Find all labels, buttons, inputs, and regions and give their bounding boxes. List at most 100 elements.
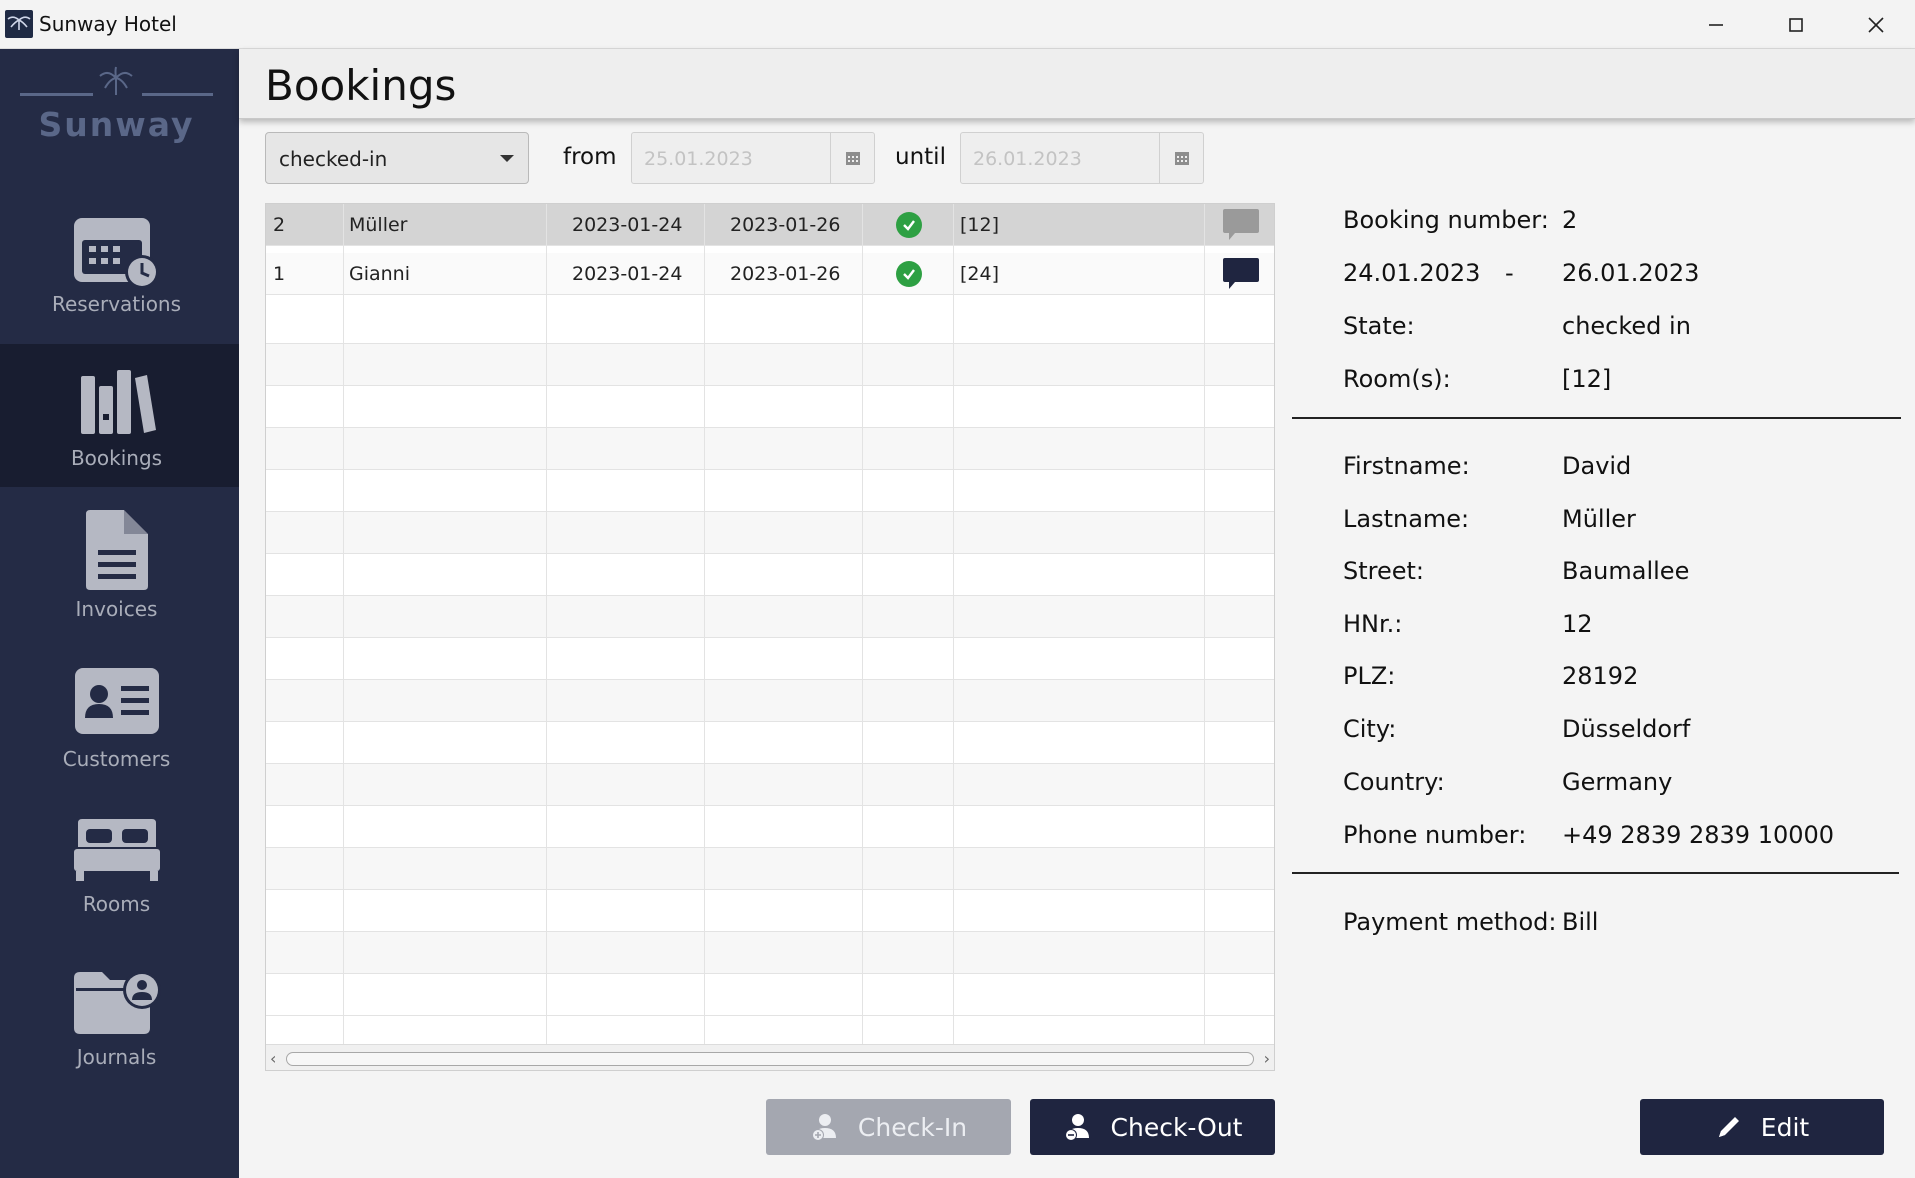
sidebar-item-invoices[interactable]: Invoices [0, 493, 239, 633]
column-divider [862, 204, 863, 1044]
from-date-field[interactable]: 25.01.2023 [631, 132, 875, 184]
sidebar: Sunway Reservations Bookings Invoices Cu… [0, 49, 239, 1178]
empty-table-row [266, 848, 1274, 890]
sidebar-item-label: Reservations [51, 292, 182, 316]
hnr-label: HNr.: [1343, 610, 1403, 638]
firstname-label: Firstname: [1343, 452, 1470, 480]
cell-name: Müller [349, 213, 408, 236]
column-divider [1204, 204, 1205, 1044]
sidebar-item-label: Customers [62, 747, 171, 771]
window-title: Sunway Hotel [39, 12, 177, 36]
city-label: City: [1343, 715, 1397, 743]
date-until-value: 26.01.2023 [1562, 259, 1700, 287]
empty-table-row [266, 596, 1274, 638]
cell-from-date: 2023-01-24 [572, 262, 683, 285]
scroll-right-icon[interactable]: › [1264, 1049, 1270, 1068]
lastname-value: Müller [1562, 505, 1636, 533]
check-in-label: Check-In [857, 1112, 968, 1142]
lastname-label: Lastname: [1343, 505, 1470, 533]
date-dash: - [1505, 259, 1514, 287]
check-in-button[interactable]: Check-In [766, 1099, 1011, 1155]
page-header: Bookings [239, 49, 1915, 119]
state-filter-select[interactable]: checked-in [265, 132, 529, 184]
folder-user-icon [72, 963, 162, 1043]
document-icon [72, 510, 162, 591]
until-date-field[interactable]: 26.01.2023 [960, 132, 1204, 184]
calendar-clock-icon [72, 210, 162, 290]
sidebar-item-label: Bookings [70, 446, 163, 470]
check-out-button[interactable]: Check-Out [1030, 1099, 1275, 1155]
app-logo-icon [5, 10, 33, 38]
cell-until-date: 2023-01-26 [730, 262, 841, 285]
booking-number-label: Booking number: [1343, 206, 1549, 234]
check-icon [896, 260, 922, 287]
empty-table-row [266, 386, 1274, 428]
cell-rooms: [24] [960, 262, 1000, 285]
user-remove-icon [1064, 1114, 1089, 1141]
table-row[interactable]: 1 Gianni 2023-01-24 2023-01-26 [24] [266, 253, 1274, 295]
empty-table-row [266, 764, 1274, 806]
until-label: until [895, 144, 946, 170]
state-value: checked in [1562, 312, 1691, 340]
plz-value: 28192 [1562, 662, 1639, 690]
state-label: State: [1343, 312, 1415, 340]
table-row[interactable]: 2 Müller 2023-01-24 2023-01-26 [12] [266, 204, 1274, 246]
empty-table-row [266, 428, 1274, 470]
sidebar-item-bookings[interactable]: Bookings [0, 344, 239, 487]
bookings-table: 2 Müller 2023-01-24 2023-01-26 [12] 1 Gi… [265, 203, 1275, 1071]
calendar-icon[interactable] [1159, 133, 1203, 183]
cell-rooms: [12] [960, 213, 1000, 236]
rooms-label: Room(s): [1343, 365, 1451, 393]
comment-icon[interactable] [1221, 253, 1261, 294]
brand-line-right [142, 93, 213, 96]
empty-table-row [266, 512, 1274, 554]
sidebar-item-label: Journals [76, 1045, 157, 1069]
sidebar-item-rooms[interactable]: Rooms [0, 792, 239, 932]
until-date-value: 26.01.2023 [973, 148, 1082, 170]
scroll-left-icon[interactable]: ‹ [270, 1049, 276, 1068]
empty-table-row [266, 638, 1274, 680]
empty-table-row [266, 806, 1274, 848]
sidebar-item-journals[interactable]: Journals [0, 945, 239, 1085]
phone-value: +49 2839 2839 10000 [1562, 821, 1835, 849]
state-filter-value: checked-in [279, 147, 388, 171]
close-button[interactable] [1836, 0, 1915, 49]
payment-method-label: Payment method: [1343, 908, 1557, 936]
hnr-value: 12 [1562, 610, 1593, 638]
from-label: from [563, 144, 617, 170]
comment-icon[interactable] [1221, 204, 1261, 245]
minimize-icon [1709, 23, 1723, 26]
booking-number-value: 2 [1562, 206, 1578, 234]
edit-label: Edit [1760, 1112, 1810, 1142]
street-value: Baumallee [1562, 557, 1690, 585]
horizontal-scrollbar[interactable]: ‹ › [266, 1044, 1274, 1070]
empty-table-row [266, 554, 1274, 596]
check-out-label: Check-Out [1110, 1112, 1243, 1142]
sidebar-item-label: Invoices [75, 597, 158, 621]
edit-button[interactable]: Edit [1640, 1099, 1884, 1155]
scrollbar-thumb[interactable] [286, 1052, 1254, 1066]
plz-label: PLZ: [1343, 662, 1396, 690]
street-label: Street: [1343, 557, 1425, 585]
brand-line-left [20, 93, 93, 96]
close-icon [1868, 16, 1884, 33]
maximize-button[interactable] [1756, 0, 1836, 49]
palm-icon [99, 66, 133, 95]
country-value: Germany [1562, 768, 1673, 796]
cell-booking-id: 1 [273, 262, 286, 285]
sidebar-item-customers[interactable]: Customers [0, 643, 239, 783]
firstname-value: David [1562, 452, 1632, 480]
phone-label: Phone number: [1343, 821, 1527, 849]
empty-table-row [266, 680, 1274, 722]
empty-table-row [266, 722, 1274, 764]
check-icon [896, 211, 922, 238]
sidebar-item-reservations[interactable]: Reservations [0, 192, 239, 332]
empty-table-row [266, 302, 1274, 344]
minimize-button[interactable] [1676, 0, 1756, 49]
rooms-value: [12] [1562, 365, 1612, 393]
from-date-value: 25.01.2023 [644, 148, 753, 170]
sidebar-item-label: Rooms [82, 892, 151, 916]
id-card-icon [72, 661, 162, 741]
column-divider [704, 204, 705, 1044]
calendar-icon[interactable] [830, 133, 874, 183]
